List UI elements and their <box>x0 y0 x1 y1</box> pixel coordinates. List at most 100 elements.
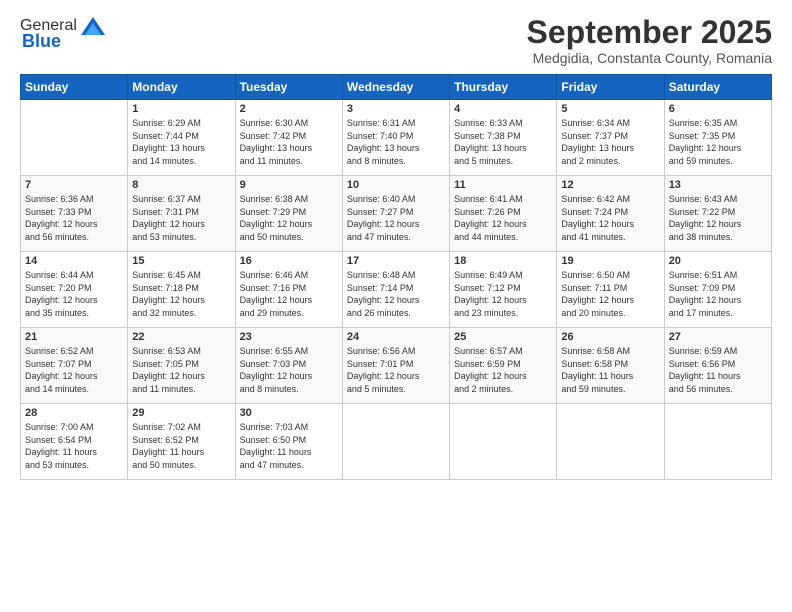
calendar-cell: 23 Sunrise: 6:55 AMSunset: 7:03 PMDayligh… <box>235 328 342 404</box>
day-number: 21 <box>25 331 123 343</box>
calendar-week-row: 28 Sunrise: 7:00 AMSunset: 6:54 PMDayligh… <box>21 404 772 480</box>
day-number: 28 <box>25 407 123 419</box>
day-number: 17 <box>347 255 445 267</box>
day-info: Sunrise: 7:02 AMSunset: 6:52 PMDaylight:… <box>132 421 230 471</box>
day-number: 16 <box>240 255 338 267</box>
day-info: Sunrise: 6:38 AMSunset: 7:29 PMDaylight:… <box>240 193 338 243</box>
day-info: Sunrise: 6:33 AMSunset: 7:38 PMDaylight:… <box>454 117 552 167</box>
calendar-week-row: 14 Sunrise: 6:44 AMSunset: 7:20 PMDayligh… <box>21 252 772 328</box>
calendar-cell <box>342 404 449 480</box>
calendar-cell: 6 Sunrise: 6:35 AMSunset: 7:35 PMDaylight… <box>664 100 771 176</box>
calendar-cell: 17 Sunrise: 6:48 AMSunset: 7:14 PMDayligh… <box>342 252 449 328</box>
month-title: September 2025 <box>527 15 772 50</box>
day-number: 19 <box>561 255 659 267</box>
calendar-cell: 4 Sunrise: 6:33 AMSunset: 7:38 PMDaylight… <box>450 100 557 176</box>
day-info: Sunrise: 6:48 AMSunset: 7:14 PMDaylight:… <box>347 269 445 319</box>
calendar-cell: 18 Sunrise: 6:49 AMSunset: 7:12 PMDayligh… <box>450 252 557 328</box>
logo: General Blue <box>20 15 109 52</box>
day-number: 15 <box>132 255 230 267</box>
calendar-cell <box>557 404 664 480</box>
calendar-cell: 2 Sunrise: 6:30 AMSunset: 7:42 PMDaylight… <box>235 100 342 176</box>
day-info: Sunrise: 6:53 AMSunset: 7:05 PMDaylight:… <box>132 345 230 395</box>
day-number: 23 <box>240 331 338 343</box>
calendar-cell: 15 Sunrise: 6:45 AMSunset: 7:18 PMDayligh… <box>128 252 235 328</box>
weekday-header-monday: Monday <box>128 75 235 100</box>
day-number: 13 <box>669 179 767 191</box>
calendar-cell: 9 Sunrise: 6:38 AMSunset: 7:29 PMDaylight… <box>235 176 342 252</box>
day-info: Sunrise: 6:56 AMSunset: 7:01 PMDaylight:… <box>347 345 445 395</box>
day-info: Sunrise: 6:46 AMSunset: 7:16 PMDaylight:… <box>240 269 338 319</box>
calendar-cell: 8Sunrise: 6:37 AMSunset: 7:31 PMDaylight… <box>128 176 235 252</box>
title-section: September 2025 Medgidia, Constanta Count… <box>527 15 772 66</box>
day-number: 24 <box>347 331 445 343</box>
calendar-cell: 12Sunrise: 6:42 AMSunset: 7:24 PMDayligh… <box>557 176 664 252</box>
day-number: 10 <box>347 179 445 191</box>
day-info: Sunrise: 6:50 AMSunset: 7:11 PMDaylight:… <box>561 269 659 319</box>
day-info: Sunrise: 6:34 AMSunset: 7:37 PMDaylight:… <box>561 117 659 167</box>
logo-arrow-icon <box>79 15 107 37</box>
calendar-cell: 16 Sunrise: 6:46 AMSunset: 7:16 PMDayligh… <box>235 252 342 328</box>
logo-blue-text: Blue <box>22 31 61 52</box>
day-number: 9 <box>240 179 338 191</box>
calendar-cell: 13 Sunrise: 6:43 AMSunset: 7:22 PMDayligh… <box>664 176 771 252</box>
day-info: Sunrise: 6:58 AMSunset: 6:58 PMDaylight:… <box>561 345 659 395</box>
day-info: Sunrise: 6:29 AMSunset: 7:44 PMDaylight:… <box>132 117 230 167</box>
day-number: 30 <box>240 407 338 419</box>
day-number: 2 <box>240 103 338 115</box>
calendar-cell: 30 Sunrise: 7:03 AMSunset: 6:50 PMDayligh… <box>235 404 342 480</box>
calendar-cell <box>450 404 557 480</box>
day-number: 6 <box>669 103 767 115</box>
day-info: Sunrise: 6:40 AMSunset: 7:27 PMDaylight:… <box>347 193 445 243</box>
day-info: Sunrise: 6:45 AMSunset: 7:18 PMDaylight:… <box>132 269 230 319</box>
calendar-cell: 26 Sunrise: 6:58 AMSunset: 6:58 PMDayligh… <box>557 328 664 404</box>
day-number: 14 <box>25 255 123 267</box>
day-info: Sunrise: 7:03 AMSunset: 6:50 PMDaylight:… <box>240 421 338 471</box>
calendar-cell: 3Sunrise: 6:31 AMSunset: 7:40 PMDaylight… <box>342 100 449 176</box>
location-subtitle: Medgidia, Constanta County, Romania <box>527 50 772 66</box>
day-number: 27 <box>669 331 767 343</box>
day-info: Sunrise: 7:00 AMSunset: 6:54 PMDaylight:… <box>25 421 123 471</box>
day-info: Sunrise: 6:30 AMSunset: 7:42 PMDaylight:… <box>240 117 338 167</box>
day-info: Sunrise: 6:36 AMSunset: 7:33 PMDaylight:… <box>25 193 123 243</box>
day-info: Sunrise: 6:37 AMSunset: 7:31 PMDaylight:… <box>132 193 230 243</box>
day-info: Sunrise: 6:43 AMSunset: 7:22 PMDaylight:… <box>669 193 767 243</box>
day-number: 26 <box>561 331 659 343</box>
calendar-cell: 29 Sunrise: 7:02 AMSunset: 6:52 PMDayligh… <box>128 404 235 480</box>
calendar-week-row: 7 Sunrise: 6:36 AMSunset: 7:33 PMDaylight… <box>21 176 772 252</box>
day-info: Sunrise: 6:59 AMSunset: 6:56 PMDaylight:… <box>669 345 767 395</box>
day-number: 1 <box>132 103 230 115</box>
weekday-header-tuesday: Tuesday <box>235 75 342 100</box>
day-number: 12 <box>561 179 659 191</box>
calendar-cell: 20 Sunrise: 6:51 AMSunset: 7:09 PMDayligh… <box>664 252 771 328</box>
day-number: 22 <box>132 331 230 343</box>
day-info: Sunrise: 6:44 AMSunset: 7:20 PMDaylight:… <box>25 269 123 319</box>
weekday-header-thursday: Thursday <box>450 75 557 100</box>
day-number: 7 <box>25 179 123 191</box>
calendar-cell: 27 Sunrise: 6:59 AMSunset: 6:56 PMDayligh… <box>664 328 771 404</box>
day-number: 11 <box>454 179 552 191</box>
day-info: Sunrise: 6:35 AMSunset: 7:35 PMDaylight:… <box>669 117 767 167</box>
calendar-cell: 28 Sunrise: 7:00 AMSunset: 6:54 PMDayligh… <box>21 404 128 480</box>
calendar-cell: 11Sunrise: 6:41 AMSunset: 7:26 PMDayligh… <box>450 176 557 252</box>
day-number: 18 <box>454 255 552 267</box>
calendar-cell: 22 Sunrise: 6:53 AMSunset: 7:05 PMDayligh… <box>128 328 235 404</box>
day-info: Sunrise: 6:49 AMSunset: 7:12 PMDaylight:… <box>454 269 552 319</box>
weekday-header-friday: Friday <box>557 75 664 100</box>
calendar-cell <box>664 404 771 480</box>
calendar-cell: 7 Sunrise: 6:36 AMSunset: 7:33 PMDaylight… <box>21 176 128 252</box>
weekday-header-sunday: Sunday <box>21 75 128 100</box>
day-number: 25 <box>454 331 552 343</box>
day-info: Sunrise: 6:57 AMSunset: 6:59 PMDaylight:… <box>454 345 552 395</box>
calendar-week-row: 21Sunrise: 6:52 AMSunset: 7:07 PMDayligh… <box>21 328 772 404</box>
day-number: 20 <box>669 255 767 267</box>
calendar-cell: 25 Sunrise: 6:57 AMSunset: 6:59 PMDayligh… <box>450 328 557 404</box>
calendar-cell: 10 Sunrise: 6:40 AMSunset: 7:27 PMDayligh… <box>342 176 449 252</box>
day-info: Sunrise: 6:51 AMSunset: 7:09 PMDaylight:… <box>669 269 767 319</box>
day-number: 29 <box>132 407 230 419</box>
day-info: Sunrise: 6:55 AMSunset: 7:03 PMDaylight:… <box>240 345 338 395</box>
day-info: Sunrise: 6:31 AMSunset: 7:40 PMDaylight:… <box>347 117 445 167</box>
weekday-header-wednesday: Wednesday <box>342 75 449 100</box>
day-number: 5 <box>561 103 659 115</box>
day-number: 4 <box>454 103 552 115</box>
weekday-header-saturday: Saturday <box>664 75 771 100</box>
